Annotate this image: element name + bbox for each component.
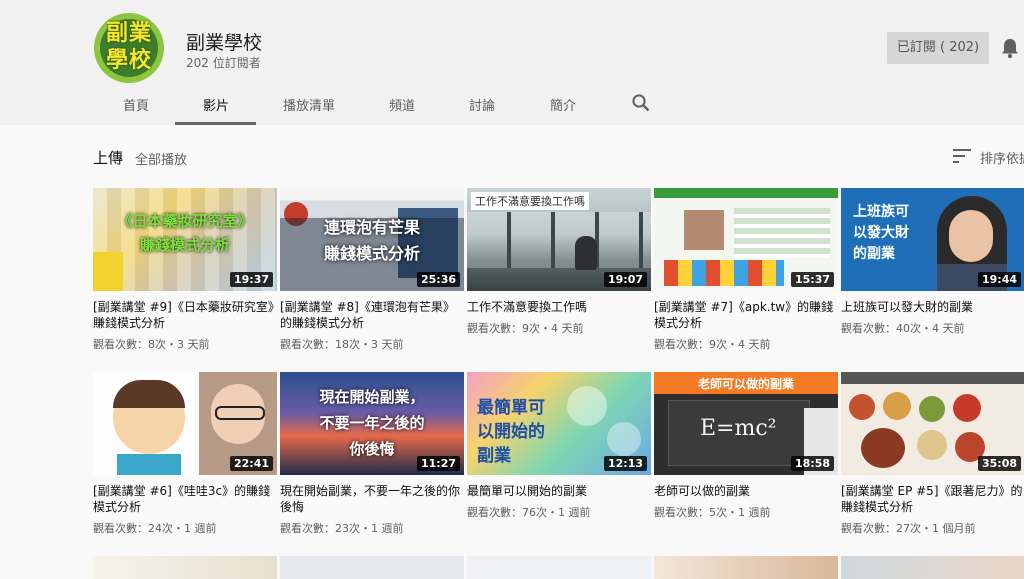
video-meta: 觀看次數：23次・1 週前 — [280, 522, 404, 535]
tab-playlists[interactable]: 播放清單 — [283, 95, 335, 114]
video-thumbnail-partial[interactable] — [654, 556, 838, 579]
tab-home[interactable]: 首頁 — [123, 95, 149, 114]
thumbnail-title-text: 現在開始副業， 不要一年之後的 你後悔 — [319, 388, 425, 458]
video-title[interactable]: 上班族可以發大財的副業 — [841, 299, 1024, 315]
duration-badge: 11:27 — [416, 456, 460, 471]
video-meta: 觀看次數：76次・1 週前 — [467, 506, 591, 519]
video-title[interactable]: 老師可以做的副業 — [654, 483, 838, 499]
tab-channels[interactable]: 頻道 — [389, 95, 415, 114]
search-icon[interactable] — [631, 93, 651, 113]
blackboard-formula: E=mc² — [700, 416, 777, 441]
duration-badge: 18:58 — [790, 456, 834, 471]
channel-name: 副業學校 — [186, 32, 263, 54]
sort-label[interactable]: 排序依據 — [980, 148, 1024, 167]
thumbnail-title-text: 連環泡有芒果 — [323, 218, 420, 237]
video-thumbnail[interactable]: 《日本藥妝研究室》 賺錢模式分析 19:37 — [93, 188, 277, 291]
duration-badge: 19:37 — [229, 272, 273, 287]
thumbnail-title-text: 最簡單可 以開始的 副業 — [477, 398, 545, 466]
tab-discussion[interactable]: 討論 — [469, 95, 495, 114]
video-thumbnail[interactable]: 15:37 — [654, 188, 838, 291]
video-thumbnail-partial[interactable] — [93, 556, 277, 579]
duration-badge: 19:44 — [977, 272, 1021, 287]
video-meta: 觀看次數：5次・1 週前 — [654, 506, 771, 519]
uploads-section: 上傳 全部播放 排序依據 《日本藥妝研究室》 賺錢模式分析 19:37 [副業講… — [0, 125, 1024, 579]
thumbnail-title-text: 《日本藥妝研究室》 — [117, 212, 253, 230]
video-thumbnail[interactable]: 上班族可 以發大財 的副業 19:44 — [841, 188, 1024, 291]
video-title[interactable]: [副業講堂 #7]《apk.tw》的賺錢模式分析 — [654, 299, 838, 331]
thumbnail-title-text: 老師可以做的副業 — [697, 377, 794, 391]
video-title[interactable]: [副業講堂 EP #5]《跟著尼力》的賺錢模式分析 — [841, 483, 1024, 515]
video-thumbnail[interactable]: 22:41 — [93, 372, 277, 475]
duration-badge: 15:37 — [790, 272, 834, 287]
video-title[interactable]: 現在開始副業，不要一年之後的你後悔 — [280, 483, 464, 515]
video-meta: 觀看次數：24次・1 週前 — [93, 522, 217, 535]
video-meta: 觀看次數：40次・4 天前 — [841, 322, 965, 335]
tab-about[interactable]: 簡介 — [550, 95, 576, 114]
bell-icon[interactable] — [1000, 37, 1020, 59]
thumbnail-title-text: 工作不滿意要換工作嗎 — [471, 192, 589, 210]
avatar-logo-text: 副業 學校 — [105, 21, 152, 73]
section-title[interactable]: 上傳 — [93, 147, 123, 168]
video-title[interactable]: 最簡單可以開始的副業 — [467, 483, 651, 499]
duration-badge: 35:08 — [977, 456, 1021, 471]
video-meta: 觀看次數：9次・4 天前 — [467, 322, 584, 335]
video-meta: 觀看次數：9次・4 天前 — [654, 338, 771, 351]
video-title[interactable]: [副業講堂 #9]《日本藥妝研究室》賺錢模式分析 — [93, 299, 277, 331]
duration-badge: 25:36 — [416, 272, 460, 287]
video-thumbnail[interactable]: 最簡單可 以開始的 副業 12:13 — [467, 372, 651, 475]
channel-tabs: 首頁 影片 播放清單 頻道 討論 簡介 — [0, 83, 1024, 125]
video-thumbnail[interactable]: 現在開始副業， 不要一年之後的 你後悔 11:27 — [280, 372, 464, 475]
tab-videos[interactable]: 影片 — [203, 95, 229, 114]
duration-badge: 22:41 — [229, 456, 273, 471]
thumbnail-title-text: 上班族可 以發大財 的副業 — [853, 204, 909, 262]
video-thumbnail[interactable]: 老師可以做的副業 E=mc² 18:58 — [654, 372, 838, 475]
video-meta: 觀看次數：27次・1 個月前 — [841, 522, 976, 535]
sort-icon[interactable] — [953, 149, 971, 163]
video-meta: 觀看次數：8次・3 天前 — [93, 338, 210, 351]
video-title[interactable]: 工作不滿意要換工作嗎 — [467, 299, 651, 315]
thumbnail-title-text: 賺錢模式分析 — [139, 236, 230, 254]
video-title[interactable]: [副業講堂 #8]《連環泡有芒果》的賺錢模式分析 — [280, 299, 464, 331]
video-thumbnail-partial[interactable] — [467, 556, 651, 579]
duration-badge: 12:13 — [603, 456, 647, 471]
channel-header: 副業 學校 副業學校 202 位訂閱者 已訂閱 ( 202) 首頁 影片 播放清… — [0, 0, 1024, 125]
video-title[interactable]: [副業講堂 #6]《哇哇3c》的賺錢模式分析 — [93, 483, 277, 515]
subscriber-count: 202 位訂閱者 — [186, 56, 261, 70]
thumbnail-title-text: 賺錢模式分析 — [323, 244, 420, 263]
video-thumbnail-partial[interactable] — [841, 556, 1024, 579]
play-all-link[interactable]: 全部播放 — [135, 149, 187, 168]
video-thumbnail-partial[interactable] — [280, 556, 464, 579]
video-meta: 觀看次數：18次・3 天前 — [280, 338, 404, 351]
channel-avatar[interactable]: 副業 學校 — [94, 13, 164, 83]
duration-badge: 19:07 — [603, 272, 647, 287]
video-thumbnail[interactable]: 35:08 — [841, 372, 1024, 475]
subscribed-button[interactable]: 已訂閱 ( 202) — [887, 32, 989, 64]
video-thumbnail[interactable]: 工作不滿意要換工作嗎 19:07 — [467, 188, 651, 291]
video-thumbnail[interactable]: 連環泡有芒果 賺錢模式分析 25:36 — [280, 188, 464, 291]
